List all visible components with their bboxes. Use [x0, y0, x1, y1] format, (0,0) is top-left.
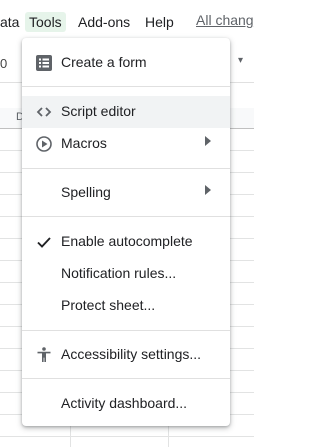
accessibility-icon: [34, 345, 54, 365]
toolbar-zoom-digit[interactable]: 0: [0, 56, 7, 71]
menu-separator: [22, 378, 230, 379]
menu-item-label: Script editor: [61, 103, 136, 119]
menu-item-notification-rules[interactable]: Notification rules...: [22, 258, 230, 290]
menu-item-activity-dashboard[interactable]: Activity dashboard...: [22, 388, 230, 420]
submenu-arrow-icon: [205, 185, 211, 195]
menu-item-enable-autocomplete[interactable]: Enable autocomplete: [22, 226, 230, 258]
form-icon: [34, 53, 54, 73]
menu-item-label: Spelling: [61, 184, 111, 200]
menubar-help[interactable]: Help: [145, 12, 174, 32]
menu-item-accessibility-settings[interactable]: Accessibility settings...: [22, 339, 230, 371]
menubar-data[interactable]: ata: [0, 12, 19, 32]
menu-separator: [22, 330, 230, 331]
menu-item-label: Notification rules...: [61, 265, 177, 281]
menu-item-label: Accessibility settings...: [61, 346, 202, 362]
menu-separator: [22, 86, 230, 87]
menu-separator: [22, 216, 230, 217]
check-icon: [34, 232, 54, 252]
menu-item-spelling[interactable]: Spelling: [22, 177, 230, 209]
menu-item-protect-sheet[interactable]: Protect sheet...: [22, 290, 230, 322]
menu-item-label: Activity dashboard...: [61, 395, 188, 411]
menu-item-label: Macros: [61, 135, 107, 151]
menubar: ata Tools Add-ons Help All chang: [0, 0, 254, 38]
menu-item-label: Create a form: [61, 54, 147, 70]
code-icon: [34, 102, 54, 122]
menu-item-macros[interactable]: Macros: [22, 128, 230, 160]
toolbar-caret-icon[interactable]: ▾: [238, 55, 243, 66]
menubar-addons[interactable]: Add-ons: [78, 12, 130, 32]
menu-separator: [22, 168, 230, 169]
menu-item-label: Protect sheet...: [61, 297, 156, 313]
play-circle-icon: [34, 134, 54, 154]
menu-item-script-editor[interactable]: Script editor: [22, 96, 230, 128]
all-changes-link[interactable]: All chang: [196, 12, 254, 28]
grid-line: [0, 436, 254, 437]
submenu-arrow-icon: [205, 136, 211, 146]
tools-menu: Create a form Script editor Macros Spell…: [22, 38, 230, 426]
menu-item-create-form[interactable]: Create a form: [22, 47, 230, 79]
menu-item-label: Enable autocomplete: [61, 233, 193, 249]
menubar-tools[interactable]: Tools: [25, 12, 66, 32]
